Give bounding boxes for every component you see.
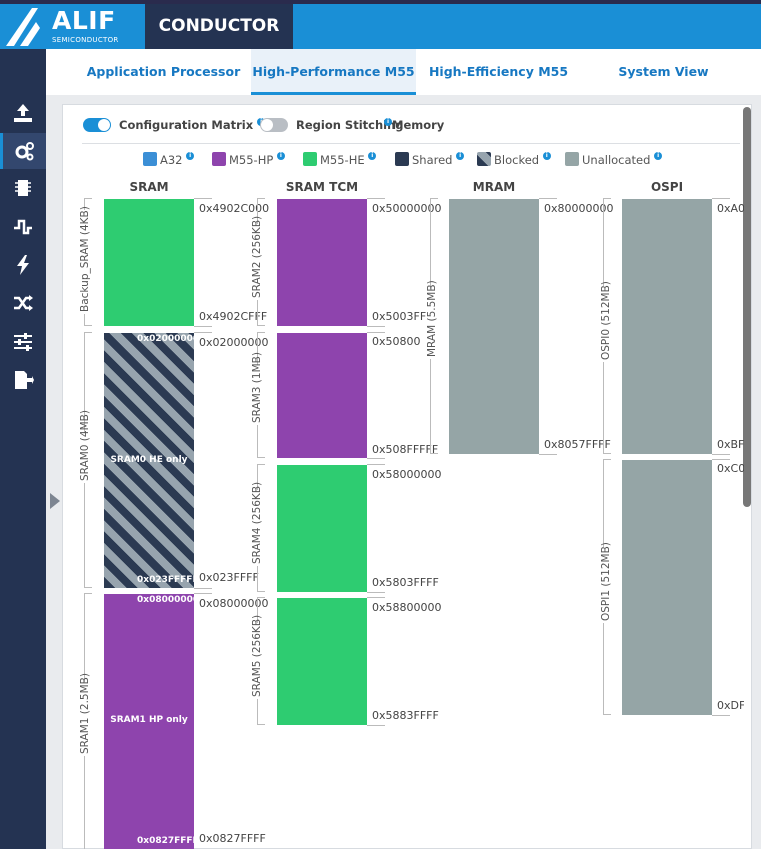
start-address: 0xC000 — [717, 462, 744, 475]
region-label-sram1: SRAM1 (2.5MB) — [79, 673, 91, 756]
start-address: 0x58000000 — [372, 468, 442, 481]
chip-icon — [15, 180, 31, 196]
memory-block-ospi0[interactable] — [622, 199, 712, 454]
end-address: 0xDFF — [717, 699, 744, 712]
start-address: 0x58800000 — [372, 601, 442, 614]
memory-block-sram2[interactable] — [277, 199, 367, 326]
tab-high-performance[interactable]: High-Performance M55 — [251, 49, 416, 95]
block-label-sram1: SRAM1 HP only — [110, 715, 188, 725]
end-address: 0x5003FF — [372, 310, 427, 323]
end-address: 0x023FFFF — [199, 571, 259, 584]
sidebar-item-configuration[interactable] — [0, 133, 46, 169]
region-label-sram2: SRAM2 (256KB) — [251, 215, 263, 300]
logo-sub: SEMICONDUCTOR — [52, 36, 119, 44]
sidebar-item-clocks[interactable] — [0, 209, 46, 245]
end-address: 0x5803FFFF — [372, 576, 439, 589]
end-address: 0x8057FFFF — [544, 438, 611, 451]
region-label-sram5: SRAM5 (256KB) — [251, 614, 263, 699]
shuffle-icon — [14, 295, 33, 311]
region-label-backup-sram: Backup_SRAM (4KB) — [79, 206, 91, 314]
processor-tabs: Application Processor A32 High-Performan… — [46, 49, 761, 125]
start-address: 0xA000 — [717, 202, 744, 215]
product-title: CONDUCTOR — [145, 4, 293, 49]
region-label-sram4: SRAM4 (256KB) — [251, 481, 263, 566]
block-start-address: 0x08000000 — [137, 595, 200, 605]
tab-application-processor[interactable]: Application Processor A32 — [76, 49, 251, 125]
sidebar-item-settings[interactable] — [0, 324, 46, 360]
collapse-arrow-icon[interactable] — [50, 493, 60, 509]
logo-word: ALIF — [52, 6, 116, 35]
sidebar-item-pinmux[interactable] — [0, 285, 46, 321]
scrollbar[interactable] — [743, 107, 751, 507]
tab-system-view[interactable]: System View — [581, 49, 746, 95]
block-end-address: 0x0827FFFF — [137, 836, 199, 846]
sliders-icon — [14, 333, 32, 351]
app-header: ALIF SEMICONDUCTOR CONDUCTOR — [0, 4, 761, 49]
memory-block-sram3[interactable] — [277, 333, 367, 458]
clock-signal-icon — [14, 219, 32, 235]
end-address: 0x5883FFFF — [372, 709, 439, 722]
block-label-sram0: SRAM0 HE only — [110, 455, 188, 465]
sidebar-item-chip[interactable] — [0, 170, 46, 206]
sidebar — [0, 49, 46, 849]
end-address: 0x508FFFFF — [372, 443, 439, 456]
memory-map: Backup_SRAM (4KB) 0x4902C000 0x4902CFFF … — [62, 104, 744, 849]
region-label-sram0: SRAM0 (4MB) — [79, 410, 91, 483]
sidebar-item-power[interactable] — [0, 247, 46, 283]
start-address: 0x50800 — [372, 335, 421, 348]
memory-block-backup-sram[interactable] — [104, 199, 194, 326]
memory-block-mram[interactable] — [449, 199, 539, 454]
block-end-address: 0x023FFFFF — [137, 575, 199, 585]
memory-block-sram5[interactable] — [277, 598, 367, 725]
sidebar-item-upload[interactable] — [0, 95, 46, 131]
logo: ALIF SEMICONDUCTOR — [0, 4, 145, 49]
region-label-mram: MRAM (5.5MB) — [426, 280, 438, 359]
export-icon — [15, 371, 34, 389]
logo-mark-icon — [6, 8, 40, 46]
region-label-sram3: SRAM3 (1MB) — [251, 352, 263, 425]
gears-icon — [15, 142, 34, 161]
end-address: 0x0827FFFF — [199, 832, 266, 845]
upload-icon — [14, 104, 32, 122]
block-start-address: 0x02000000 — [137, 334, 200, 344]
end-address: 0xBFF — [717, 438, 744, 451]
memory-block-ospi1[interactable] — [622, 460, 712, 715]
memory-block-sram4[interactable] — [277, 465, 367, 592]
tab-high-efficiency[interactable]: High-Efficiency M55 — [416, 49, 581, 95]
power-icon — [17, 255, 29, 275]
sidebar-item-export[interactable] — [0, 362, 46, 398]
region-label-ospi0: OSPI0 (512MB) — [600, 281, 612, 362]
region-label-ospi1: OSPI1 (512MB) — [600, 542, 612, 623]
